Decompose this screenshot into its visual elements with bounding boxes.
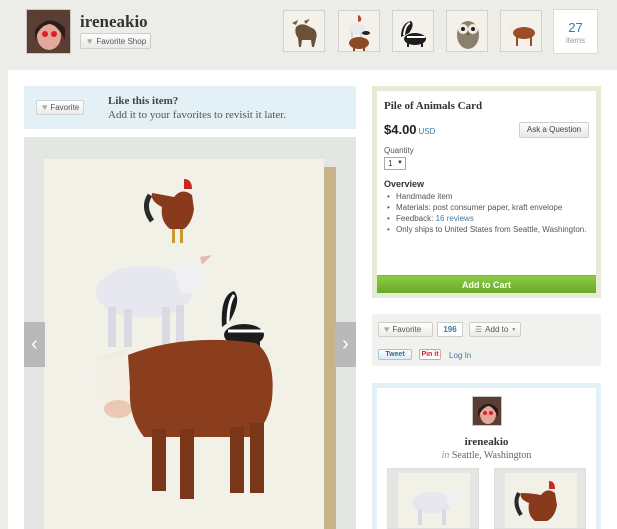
- shop-thumbnail-skunk[interactable]: [392, 10, 434, 52]
- reviews-link[interactable]: 16 reviews: [436, 214, 474, 223]
- shop-header: ireneakio ♥ Favorite Shop 27 items: [0, 0, 617, 70]
- favorite-item-label: Favorite: [50, 103, 80, 112]
- heart-icon: ♥: [87, 35, 93, 46]
- list-icon: ☰: [475, 325, 483, 334]
- favorite-label: Favorite: [392, 325, 422, 334]
- shop-thumbnail-calf[interactable]: [500, 10, 542, 52]
- overview-materials: Materials: post consumer paper, kraft en…: [384, 202, 589, 213]
- shop-name[interactable]: ireneakio: [80, 12, 148, 32]
- overview-list: Handmade item Materials: post consumer p…: [384, 191, 589, 235]
- chevron-down-icon: ▼: [511, 326, 517, 333]
- overview-handmade: Handmade item: [384, 191, 589, 202]
- quantity-select[interactable]: 1 ▼: [384, 157, 406, 170]
- shop-avatar[interactable]: [26, 9, 71, 54]
- seller-thumbnail-lamb[interactable]: [387, 468, 479, 529]
- heart-icon: ♥: [384, 324, 390, 334]
- login-link[interactable]: Log In: [449, 351, 471, 360]
- chevron-left-icon[interactable]: ‹: [24, 322, 45, 367]
- favorite-item-button[interactable]: ♥ Favorite: [36, 100, 84, 115]
- social-box: ♥ Favorite 196 ☰ Add to ▼ Tweet Pin it L…: [372, 314, 601, 366]
- shop-thumbnail-pile-of-animals[interactable]: [338, 10, 380, 52]
- add-to-cart-button[interactable]: Add to Cart: [377, 275, 596, 293]
- shop-thumbnail-moose[interactable]: [283, 10, 325, 52]
- price-value: $4.00: [384, 122, 417, 137]
- location-value: Seattle, Washington: [451, 450, 532, 461]
- location-prefix: in: [441, 450, 450, 461]
- like-title: Like this item?: [108, 95, 179, 107]
- like-item-bar: ♥ Favorite Like this item? Add it to you…: [24, 86, 356, 129]
- add-to-label: Add to: [485, 325, 509, 334]
- items-count: 27: [568, 20, 583, 35]
- favorite-button[interactable]: ♥ Favorite: [378, 322, 433, 337]
- favorite-count[interactable]: 196: [437, 322, 463, 337]
- currency-link[interactable]: USD: [419, 127, 436, 136]
- quantity-label: Quantity: [384, 146, 414, 155]
- seller-box: ireneakio in Seattle, Washington: [372, 383, 601, 529]
- seller-name[interactable]: ireneakio: [377, 436, 596, 448]
- seller-location: in Seattle, Washington: [377, 450, 596, 461]
- heart-icon: ♥: [42, 102, 48, 112]
- tweet-button[interactable]: Tweet: [378, 349, 412, 360]
- favorite-shop-label: Favorite Shop: [96, 36, 147, 46]
- item-price: $4.00 USD: [384, 122, 435, 137]
- overview-title: Overview: [384, 179, 425, 189]
- favorite-shop-button[interactable]: ♥ Favorite Shop: [80, 33, 151, 49]
- product-photo[interactable]: ‹ ›: [24, 137, 356, 529]
- items-count-box[interactable]: 27 items: [553, 9, 598, 54]
- items-label: items: [565, 36, 586, 45]
- chevron-right-icon[interactable]: ›: [335, 322, 356, 367]
- seller-thumbnail-rooster[interactable]: [494, 468, 586, 529]
- item-title: Pile of Animals Card: [384, 100, 483, 112]
- ask-question-button[interactable]: Ask a Question: [519, 122, 589, 138]
- seller-box-inner: ireneakio in Seattle, Washington: [377, 388, 596, 529]
- buy-box: Pile of Animals Card $4.00 USD Ask a Ques…: [372, 86, 601, 298]
- feedback-prefix: Feedback:: [396, 214, 434, 223]
- pin-it-button[interactable]: Pin it: [419, 349, 441, 360]
- seller-avatar[interactable]: [472, 396, 502, 426]
- overview-shipping: Only ships to United States from Seattle…: [384, 224, 589, 235]
- chevron-down-icon: ▼: [397, 160, 403, 166]
- buy-box-inner: Pile of Animals Card $4.00 USD Ask a Ques…: [377, 91, 596, 293]
- add-to-list-button[interactable]: ☰ Add to ▼: [469, 322, 521, 337]
- overview-feedback: Feedback: 16 reviews: [384, 213, 589, 224]
- like-subtitle: Add it to your favorites to revisit it l…: [108, 109, 287, 121]
- shop-thumbnail-owl[interactable]: [446, 10, 488, 52]
- quantity-value: 1: [388, 159, 393, 168]
